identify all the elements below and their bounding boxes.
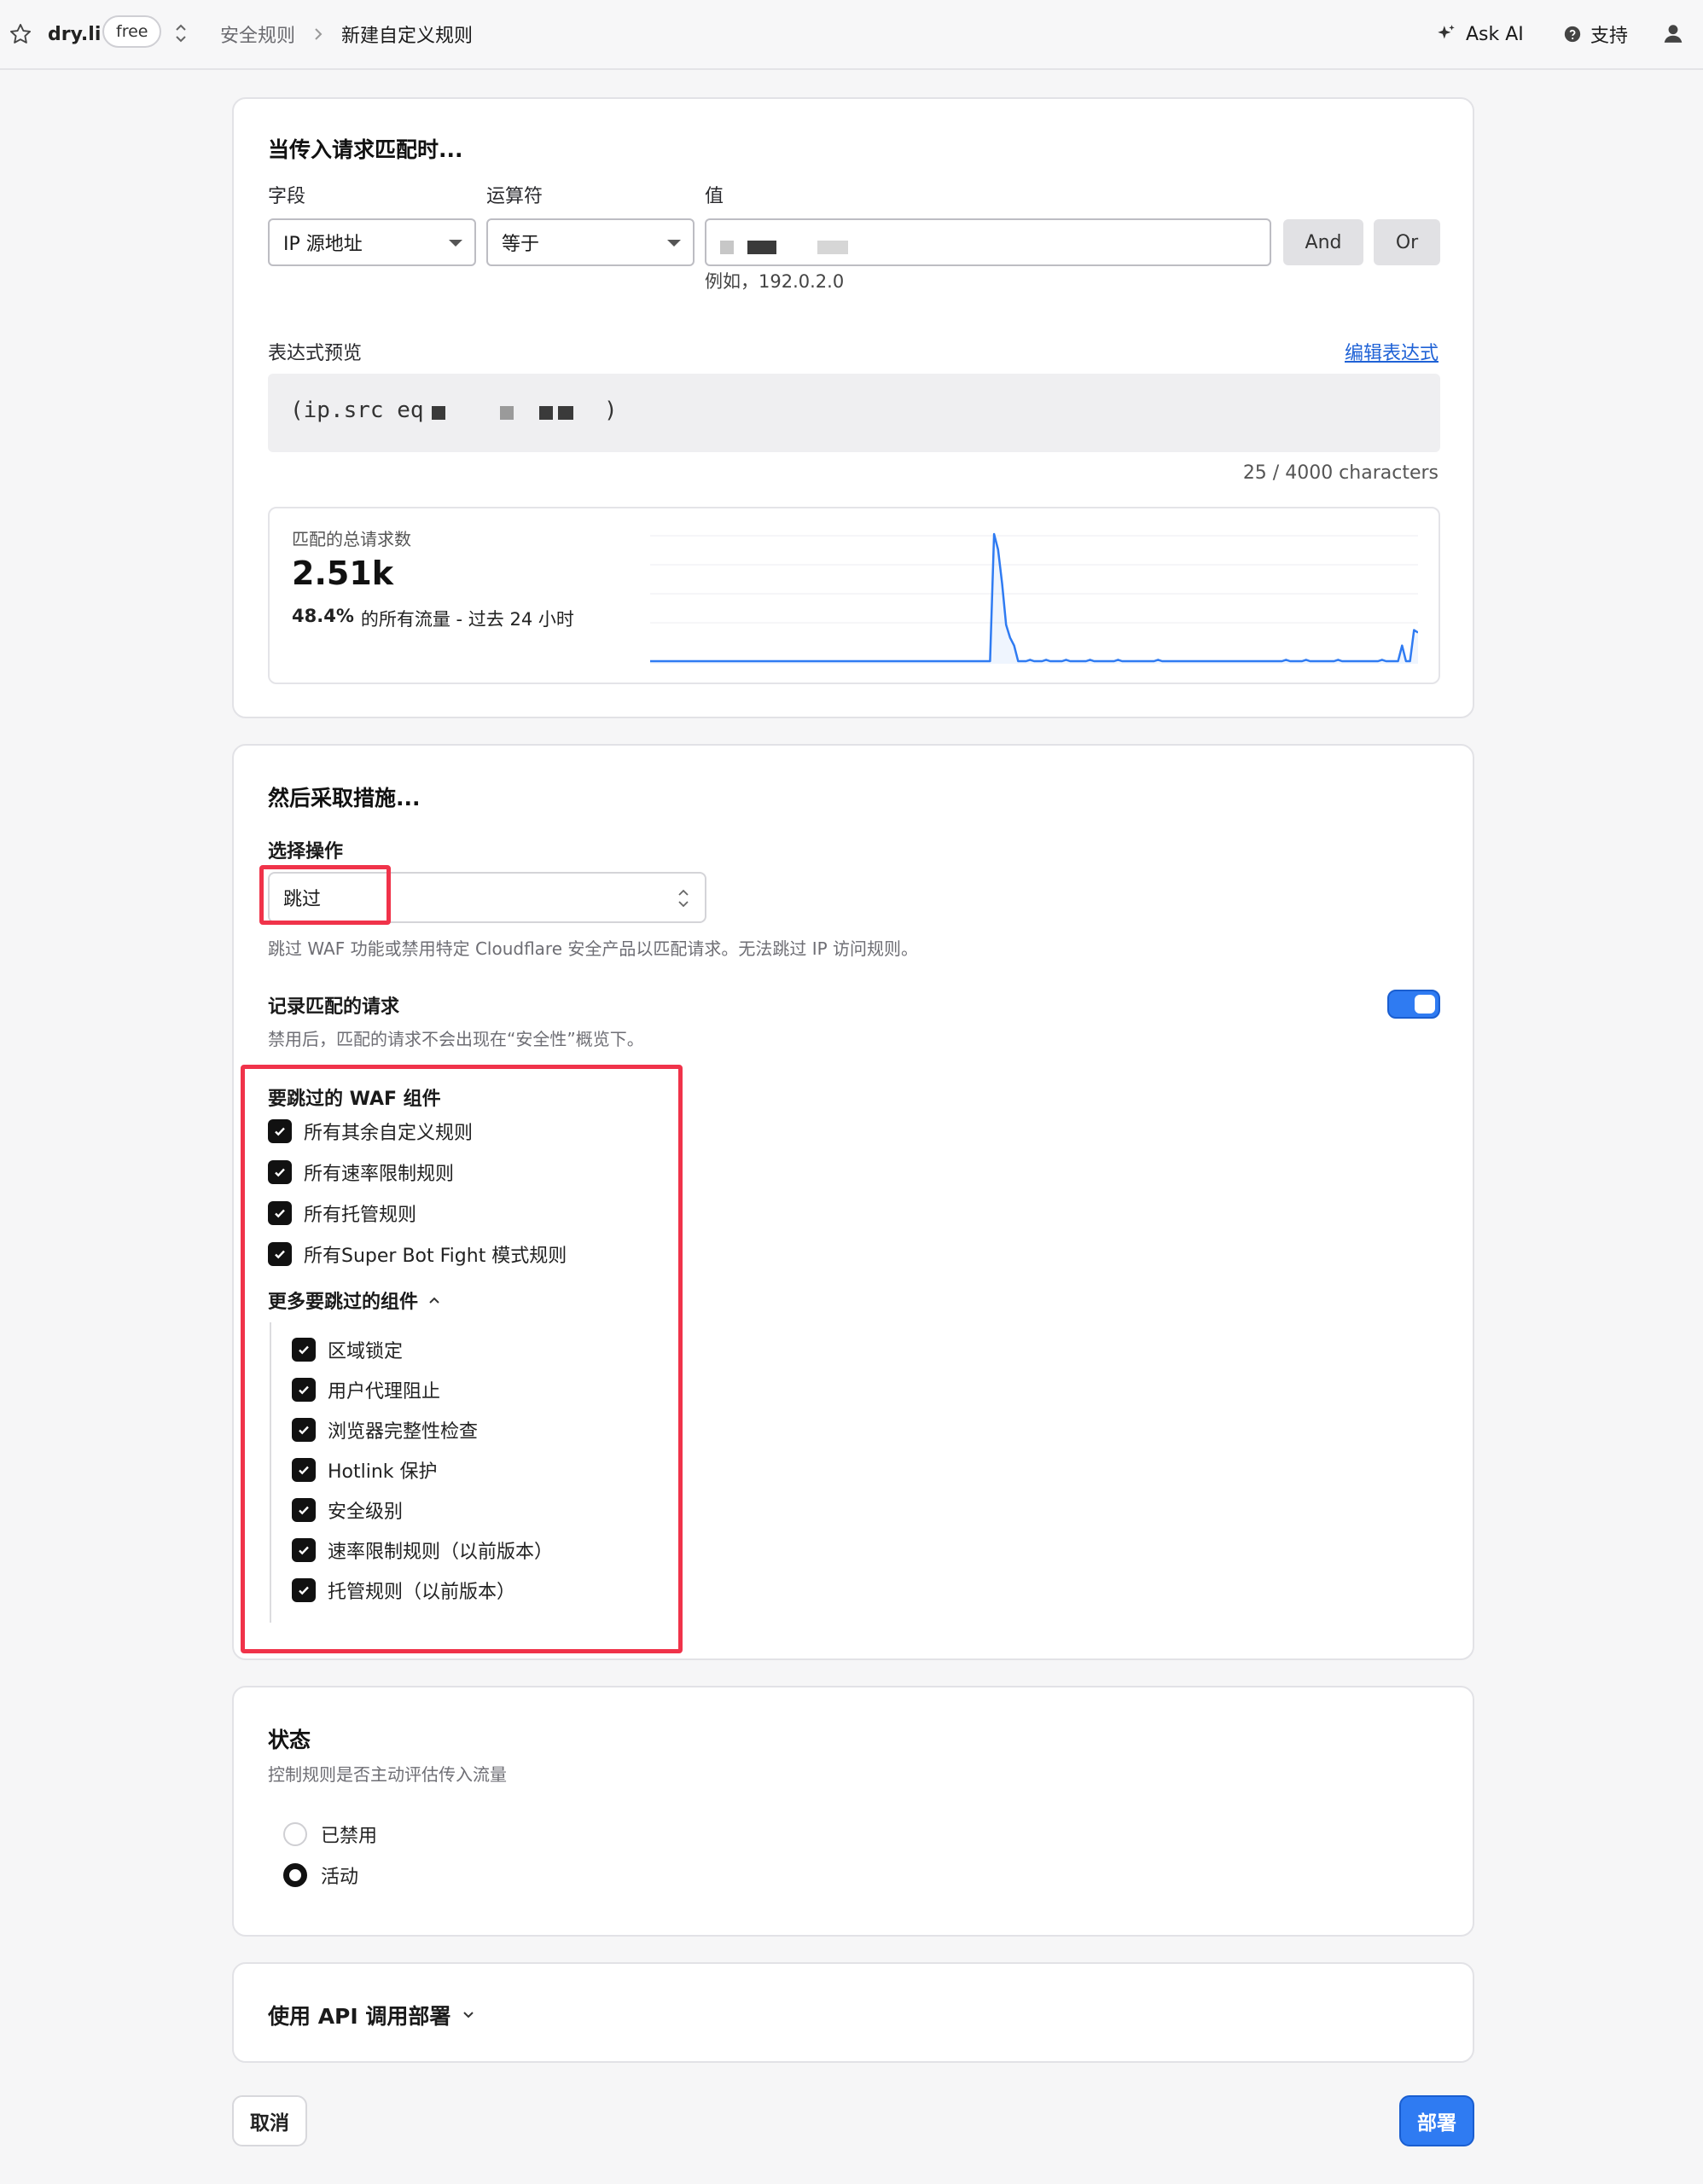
value-hint: 例如，192.0.2.0 [705, 271, 845, 292]
value-input[interactable] [705, 218, 1271, 266]
ask-ai-button[interactable]: Ask AI [1435, 17, 1524, 51]
site-name[interactable]: dry.li [48, 17, 101, 51]
help-circle-icon [1564, 26, 1581, 43]
status-card-title: 状态 [268, 1728, 311, 1752]
redacted-ip-fragment [539, 406, 553, 420]
redacted-ip-fragment [432, 406, 445, 420]
plan-badge: free [102, 15, 162, 48]
field-select[interactable]: IP 源地址 [268, 218, 476, 266]
star-icon[interactable] [9, 19, 39, 49]
action-help-text: 跳过 WAF 功能或禁用特定 Cloudflare 安全产品以匹配请求。无法跳过… [268, 938, 919, 959]
status-card: 状态 控制规则是否主动评估传入流量 已禁用 活动 [232, 1686, 1474, 1937]
select-action-label: 选择操作 [268, 841, 344, 863]
support-button[interactable]: 支持 [1563, 17, 1628, 51]
log-requests-toggle[interactable] [1387, 990, 1440, 1019]
and-button[interactable]: And [1283, 219, 1363, 265]
value-label: 值 [705, 186, 724, 207]
field-label: 字段 [268, 186, 306, 207]
caret-down-icon [449, 240, 462, 247]
top-bar: dry.li free 安全规则 新建自定义规则 Ask AI 支持 [0, 0, 1703, 70]
breadcrumb-current-page: 新建自定义规则 [341, 26, 474, 47]
expression-preview-label: 表达式预览 [268, 343, 363, 364]
caret-down-icon [667, 240, 681, 247]
status-option-label: 已禁用 [321, 1826, 378, 1847]
expression-suffix: ) [604, 398, 618, 423]
support-label: 支持 [1590, 26, 1629, 47]
chevron-up-down-icon [678, 889, 689, 908]
status-help-text: 控制规则是否主动评估传入流量 [268, 1764, 507, 1785]
match-conditions-card: 当传入请求匹配时... 字段 运算符 值 IP 源地址 等于 例如，192.0.… [232, 97, 1474, 718]
api-deploy-toggle[interactable]: 使用 API 调用部署 [268, 2000, 476, 2030]
action-card-title: 然后采取措施... [268, 786, 421, 810]
sparkline-area [650, 534, 1418, 664]
traffic-share-percent: 48.4% [292, 606, 354, 626]
redacted-ip-fragment [747, 241, 776, 254]
log-requests-label: 记录匹配的请求 [268, 996, 400, 1018]
annotation-highlight-action [259, 865, 391, 925]
operator-label: 运算符 [486, 186, 543, 207]
redacted-ip-fragment [500, 406, 514, 420]
matched-requests-panel: 匹配的总请求数 2.51k 48.4% 的所有流量 - 过去 24 小时 [268, 507, 1440, 684]
chevron-up-down-icon[interactable] [174, 19, 191, 48]
operator-select[interactable]: 等于 [486, 218, 695, 266]
field-select-value: IP 源地址 [283, 234, 363, 255]
ask-ai-label: Ask AI [1466, 23, 1524, 45]
cancel-button[interactable]: 取消 [232, 2095, 307, 2146]
matched-requests-total: 2.51k [292, 555, 394, 592]
status-option-active[interactable]: 活动 [283, 1862, 358, 1889]
action-card: 然后采取措施... 选择操作 跳过 跳过 WAF 功能或禁用特定 Cloudfl… [232, 744, 1474, 1660]
deploy-button[interactable]: 部署 [1399, 2095, 1474, 2146]
breadcrumb-security-rules[interactable]: 安全规则 [220, 17, 295, 51]
match-card-title: 当传入请求匹配时... [268, 137, 463, 162]
redacted-ip-fragment [817, 241, 848, 254]
traffic-share: 48.4% 的所有流量 - 过去 24 小时 [292, 606, 574, 631]
radio-selected[interactable] [283, 1863, 307, 1887]
character-count: 25 / 4000 characters [1242, 462, 1439, 484]
edit-expression-link[interactable]: 编辑表达式 [1345, 338, 1439, 365]
matched-requests-label: 匹配的总请求数 [292, 529, 411, 549]
toggle-knob [1415, 995, 1435, 1014]
sparkle-icon [1438, 25, 1455, 39]
operator-select-value: 等于 [502, 234, 540, 255]
annotation-highlight-waf-components [241, 1065, 683, 1653]
status-option-disabled[interactable]: 已禁用 [283, 1821, 377, 1848]
redacted-ip-fragment [720, 241, 734, 254]
radio-unselected[interactable] [283, 1822, 307, 1846]
expression-preview: (ip.src eq ) [268, 374, 1440, 452]
status-option-label: 活动 [321, 1867, 359, 1888]
chevron-right-icon [312, 19, 328, 49]
sparkline-series-line [650, 532, 1418, 663]
or-button[interactable]: Or [1374, 219, 1440, 265]
log-requests-help: 禁用后，匹配的请求不会出现在“安全性”概览下。 [268, 1029, 644, 1049]
requests-sparkline [650, 532, 1418, 664]
traffic-share-suffix: 的所有流量 - 过去 24 小时 [360, 609, 574, 630]
user-avatar-icon[interactable] [1662, 19, 1691, 48]
expression-prefix: (ip.src eq [290, 398, 424, 423]
redacted-ip-fragment [558, 406, 573, 420]
api-deploy-title: 使用 API 调用部署 [268, 2004, 451, 2029]
api-deploy-card[interactable]: 使用 API 调用部署 [232, 1962, 1474, 2063]
chevron-down-icon [463, 2012, 474, 2018]
